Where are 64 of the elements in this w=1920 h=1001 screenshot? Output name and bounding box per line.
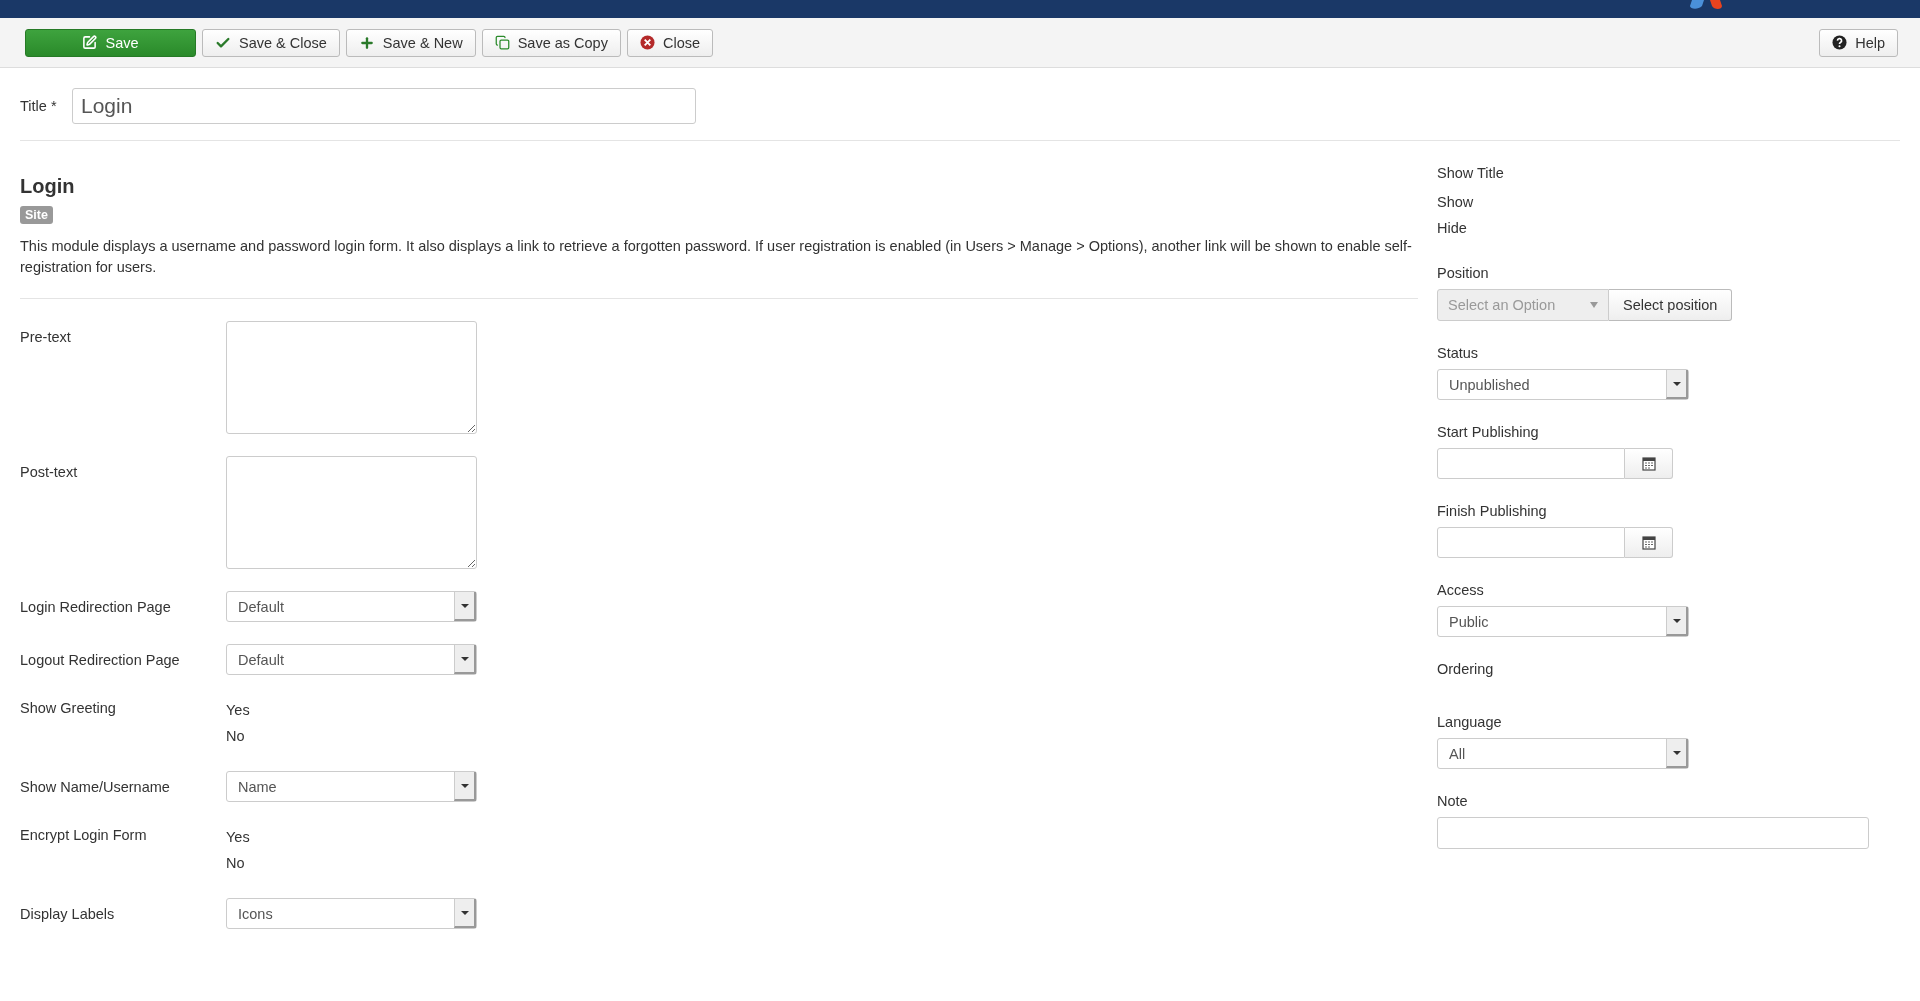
toolbar-button[interactable]: Save & Close [202,28,340,57]
text-area[interactable] [226,456,477,569]
help-button[interactable]: Help [1819,28,1898,57]
site-badge: Site [20,206,53,224]
calendar-button[interactable] [1625,527,1673,558]
text-area[interactable] [226,321,477,434]
title-field[interactable]: Login [72,88,696,124]
field-label: Pre-text [20,328,72,347]
option-label[interactable]: Yes [226,824,250,850]
select-field[interactable]: Public [1437,606,1689,637]
module-description: This module displays a username and password login form. It also displays a link to retrieve a forgotten password. If user registration is enabled (in Users > Manage > Options), another link will be shown to enable self-registration for users. [20,236,1418,299]
caret-icon [1672,618,1681,623]
caret-icon [1672,750,1681,755]
help-icon [1832,35,1848,50]
module-heading: Login [20,175,76,198]
date-field[interactable] [1437,527,1625,558]
caret-icon [460,783,469,788]
field-label: Start Publishing [1437,423,1540,442]
field-label: Logout Redirection Page [20,651,181,670]
toolbar-button[interactable]: Save as Copy [481,28,621,57]
title-label: Title * [20,98,58,114]
calendar-icon [1641,535,1656,550]
field-label: Access [1437,581,1485,600]
field-label: Show Greeting [20,699,117,718]
select-field[interactable]: Default [226,591,477,622]
toolbar-button[interactable]: Close [626,28,713,57]
option-label[interactable]: Yes [226,697,250,723]
date-field[interactable] [1437,448,1625,479]
toolbar-button[interactable]: Save & New [345,28,476,57]
copy-icon [494,35,510,50]
field-label: Ordering [1437,660,1495,679]
field-label: Language [1437,713,1503,732]
field-label: Status [1437,344,1480,363]
select-position-button[interactable]: Select position [1609,289,1733,321]
field-label: Encrypt Login Form [20,826,148,845]
close-icon [639,35,655,50]
option-label[interactable]: No [226,850,250,876]
select-field[interactable]: Unpublished [1437,369,1689,400]
field-label: Show Name/Username [20,778,171,797]
select-field[interactable]: Name [226,771,477,802]
caret-icon [1590,302,1598,308]
caret-icon [460,656,469,661]
calendar-icon [1641,456,1656,471]
field-label: Login Redirection Page [20,598,172,617]
field-label: Display Labels [20,905,116,924]
field-label: Note [1437,792,1469,811]
note-field[interactable] [1437,817,1869,849]
caret-icon [460,603,469,608]
edit-icon [82,35,98,50]
toolbar-button[interactable]: Save [25,28,196,57]
plus-icon [358,34,375,51]
field-label: Position [1437,264,1490,283]
option-label[interactable]: Hide [1437,215,1900,241]
field-label: Show Title [1437,164,1505,183]
option-label[interactable]: No [226,723,250,749]
caret-icon [1672,381,1681,386]
option-label[interactable]: Show [1437,189,1900,215]
field-label: Post-text [20,463,79,482]
calendar-button[interactable] [1625,448,1673,479]
field-label: Finish Publishing [1437,502,1548,521]
caret-icon [460,910,469,915]
select-field[interactable]: Icons [226,898,477,929]
select-field[interactable]: All [1437,738,1689,769]
select-field[interactable]: Default [226,644,477,675]
